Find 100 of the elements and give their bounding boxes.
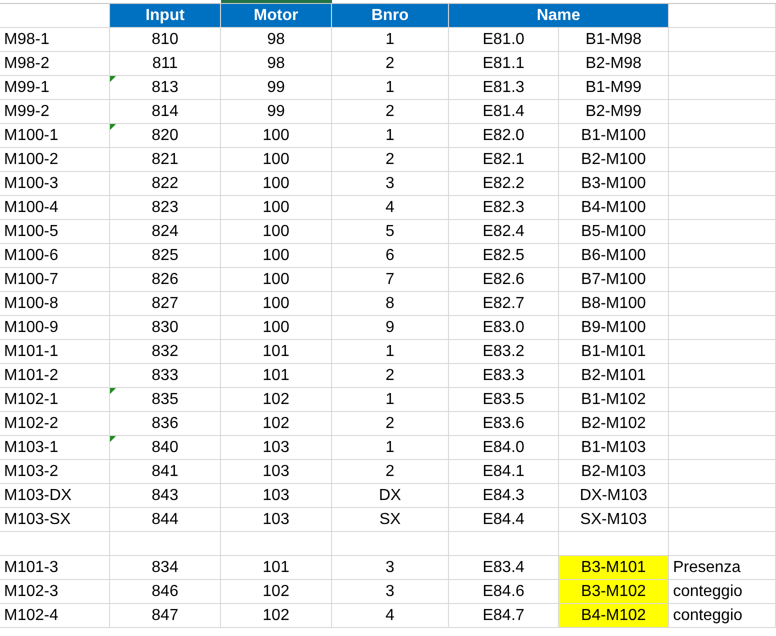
table-cell: 2 <box>332 148 449 172</box>
table-cell: M99-1 <box>0 76 110 100</box>
table-cell: SX <box>332 508 449 532</box>
table-cell: M102-2 <box>0 412 110 436</box>
table-cell: 1 <box>332 28 449 52</box>
table-cell: 2 <box>332 412 449 436</box>
table-cell: E82.0 <box>449 124 559 148</box>
table-cell: B1-M99 <box>559 76 669 100</box>
table-cell: 102 <box>221 604 332 628</box>
table-cell: 826 <box>110 268 221 292</box>
table-cell: 820 <box>110 124 221 148</box>
table-cell: 835 <box>110 388 221 412</box>
table-cell: E83.6 <box>449 412 559 436</box>
table-cell: 103 <box>221 508 332 532</box>
table-cell: 1 <box>332 436 449 460</box>
table-cell: M100-5 <box>0 220 110 244</box>
table-cell: M99-2 <box>0 100 110 124</box>
table-cell: 847 <box>110 604 221 628</box>
table-cell: E83.0 <box>449 316 559 340</box>
table-cell: 836 <box>110 412 221 436</box>
table-cell: B2-M102 <box>559 412 669 436</box>
table-cell: 102 <box>221 412 332 436</box>
table-cell: 103 <box>221 460 332 484</box>
table-cell: 100 <box>221 316 332 340</box>
table-cell: 8 <box>332 292 449 316</box>
table-cell: M100-6 <box>0 244 110 268</box>
table-cell: B6-M100 <box>559 244 669 268</box>
table-cell: 101 <box>221 364 332 388</box>
table-cell: E83.3 <box>449 364 559 388</box>
table-cell: 100 <box>221 292 332 316</box>
table-cell: B3-M100 <box>559 172 669 196</box>
table-cell: 846 <box>110 580 221 604</box>
table-cell: E83.5 <box>449 388 559 412</box>
table-cell: 844 <box>110 508 221 532</box>
table-cell: 103 <box>221 436 332 460</box>
error-indicator-icon[interactable] <box>110 436 116 442</box>
table-cell: 100 <box>221 268 332 292</box>
column-header: Name <box>449 4 669 28</box>
table-cell: B2-M100 <box>559 148 669 172</box>
table-cell: 1 <box>332 124 449 148</box>
table-cell: conteggio <box>669 580 776 604</box>
table-cell: M103-DX <box>0 484 110 508</box>
table-cell: 6 <box>332 244 449 268</box>
table-cell: M103-2 <box>0 460 110 484</box>
table-cell: 4 <box>332 604 449 628</box>
table-cell: M102-3 <box>0 580 110 604</box>
table-cell: E84.4 <box>449 508 559 532</box>
table-cell: 3 <box>332 172 449 196</box>
table-cell: E82.2 <box>449 172 559 196</box>
error-indicator-icon[interactable] <box>110 388 116 394</box>
table-cell: 2 <box>332 364 449 388</box>
table-cell: E81.3 <box>449 76 559 100</box>
table-cell: E84.1 <box>449 460 559 484</box>
table-cell: 822 <box>110 172 221 196</box>
table-cell: M100-7 <box>0 268 110 292</box>
table-cell: E82.1 <box>449 148 559 172</box>
table-cell: 102 <box>221 580 332 604</box>
table-cell: 101 <box>221 556 332 580</box>
table-cell: 841 <box>110 460 221 484</box>
table-cell: B2-M103 <box>559 460 669 484</box>
table-cell: M102-1 <box>0 388 110 412</box>
table-cell: 814 <box>110 100 221 124</box>
table-cell: 100 <box>221 148 332 172</box>
table-cell: conteggio <box>669 604 776 628</box>
column-header: Bnro <box>332 4 449 28</box>
table-cell: M100-4 <box>0 196 110 220</box>
table-cell: SX-M103 <box>559 508 669 532</box>
table-cell: 824 <box>110 220 221 244</box>
table-cell: DX <box>332 484 449 508</box>
error-indicator-icon[interactable] <box>110 124 116 130</box>
table-cell: 1 <box>332 340 449 364</box>
table-cell: B7-M100 <box>559 268 669 292</box>
table-cell: 7 <box>332 268 449 292</box>
table-cell: 102 <box>221 388 332 412</box>
table-cell: M100-9 <box>0 316 110 340</box>
table-cell: 1 <box>332 388 449 412</box>
table-cell: E84.3 <box>449 484 559 508</box>
table-cell: 823 <box>110 196 221 220</box>
table-cell: 813 <box>110 76 221 100</box>
table-cell: B9-M100 <box>559 316 669 340</box>
table-cell: 2 <box>332 100 449 124</box>
table-cell: M101-2 <box>0 364 110 388</box>
error-indicator-icon[interactable] <box>110 76 116 82</box>
table-cell: Presenza <box>669 556 776 580</box>
table-cell: M101-3 <box>0 556 110 580</box>
table-cell: 99 <box>221 100 332 124</box>
column-header: Motor <box>221 4 332 28</box>
table-cell: B2-M99 <box>559 100 669 124</box>
table-cell: E82.6 <box>449 268 559 292</box>
table-cell: 103 <box>221 484 332 508</box>
table-cell: M100-1 <box>0 124 110 148</box>
table-cell: B1-M103 <box>559 436 669 460</box>
table-cell: 1 <box>332 76 449 100</box>
table-cell: M100-8 <box>0 292 110 316</box>
table-cell: 811 <box>110 52 221 76</box>
table-cell: B4-M100 <box>559 196 669 220</box>
table-cell: B3-M101 <box>559 556 669 580</box>
table-cell: 827 <box>110 292 221 316</box>
table-cell: 840 <box>110 436 221 460</box>
table-cell: 833 <box>110 364 221 388</box>
